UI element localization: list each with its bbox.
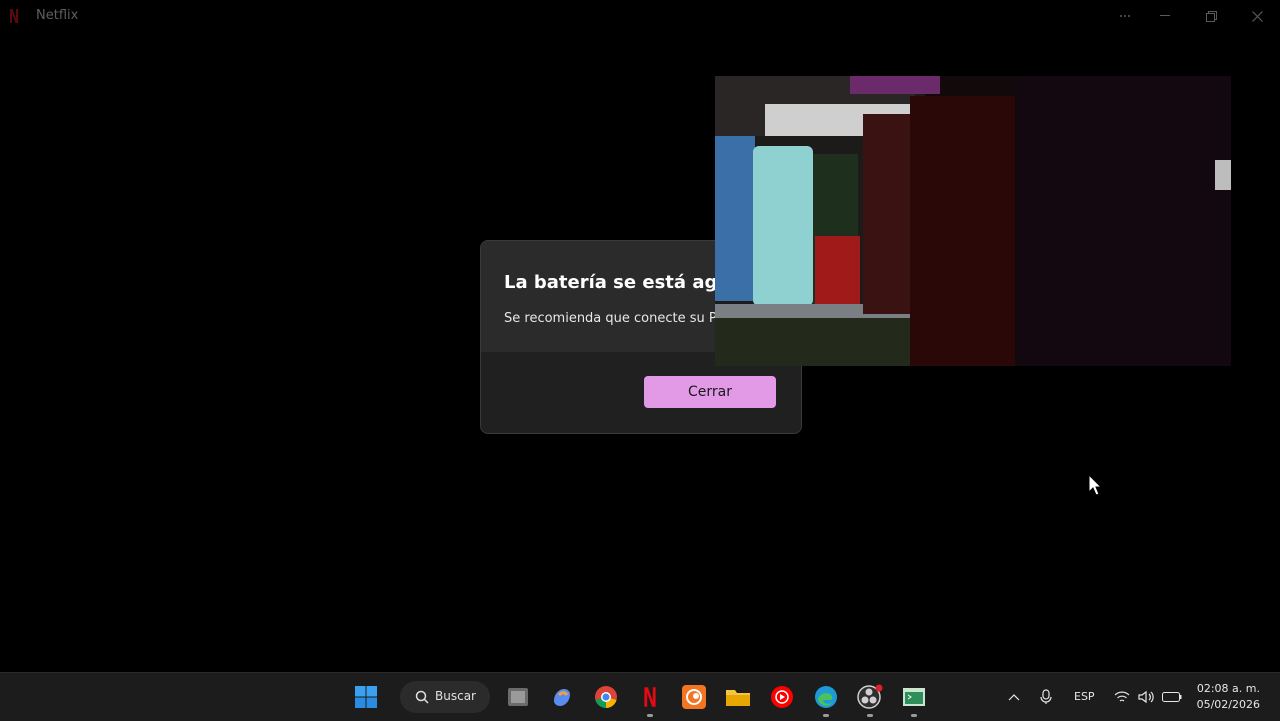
minimize-icon (1160, 15, 1170, 16)
file-explorer-icon (726, 690, 750, 706)
task-view-icon (508, 688, 528, 706)
obs-button[interactable] (856, 683, 884, 711)
restore-button[interactable] (1188, 0, 1234, 32)
minimize-button[interactable] (1142, 0, 1188, 32)
system-clock[interactable]: 02:08 a. m. 05/02/2026 (1197, 681, 1260, 713)
netflix-taskbar-button[interactable] (636, 683, 664, 711)
running-indicator (647, 714, 653, 717)
start-button[interactable] (352, 683, 380, 711)
edge-button[interactable] (812, 683, 840, 711)
netflix-logo-icon (10, 9, 18, 23)
copilot-button[interactable] (548, 683, 576, 711)
dialog-message: Se recomienda que conecte su PC (504, 311, 726, 326)
wifi-icon (1114, 691, 1130, 702)
mouse-cursor-icon (1088, 474, 1102, 496)
clock-time: 02:08 a. m. (1196, 682, 1260, 695)
task-view-button[interactable] (504, 683, 532, 711)
chrome-icon (595, 686, 617, 708)
obs-icon (857, 684, 883, 709)
battery-icon (1162, 692, 1182, 702)
window-title: Netflix (36, 8, 79, 23)
netflix-icon (644, 687, 656, 707)
title-bar: Netflix (0, 0, 1280, 32)
clock-date: 05/02/2026 (1196, 698, 1260, 711)
crunchyroll-icon (682, 685, 706, 709)
taskbar-search[interactable]: Buscar (400, 681, 490, 713)
file-explorer-button[interactable] (724, 683, 752, 711)
microphone-button[interactable] (1032, 683, 1060, 711)
running-indicator (823, 714, 829, 717)
microphone-icon (1040, 689, 1052, 704)
edge-icon (815, 686, 837, 708)
windows-start-icon (355, 686, 377, 708)
search-icon (415, 690, 429, 704)
language-indicator[interactable]: ESP (1074, 690, 1095, 703)
show-hidden-icons-button[interactable] (1000, 683, 1028, 711)
youtube-music-icon (771, 686, 793, 708)
ellipsis-icon (1120, 15, 1130, 17)
crunchyroll-button[interactable] (680, 683, 708, 711)
running-indicator (867, 714, 873, 717)
chevron-up-icon (1008, 694, 1020, 701)
copilot-icon (554, 689, 570, 706)
close-icon (1251, 10, 1263, 22)
close-window-button[interactable] (1234, 0, 1280, 32)
youtube-music-button[interactable] (768, 683, 796, 711)
dialog-title: La batería se está agota (504, 272, 751, 293)
volume-icon (1138, 690, 1154, 704)
terminal-icon (903, 688, 925, 706)
close-dialog-button[interactable]: Cerrar (644, 376, 776, 408)
webcam-overlay (715, 76, 1231, 366)
search-label: Buscar (435, 689, 476, 703)
restore-icon (1205, 10, 1217, 22)
battery-button[interactable] (1158, 683, 1186, 711)
terminal-button[interactable] (900, 683, 928, 711)
volume-button[interactable] (1132, 683, 1160, 711)
taskbar: Buscar ESP 02:08 a. m. 05/02/2026 (0, 672, 1280, 721)
running-indicator (911, 714, 917, 717)
chrome-button[interactable] (592, 683, 620, 711)
webcam-video-frame (715, 76, 1231, 366)
